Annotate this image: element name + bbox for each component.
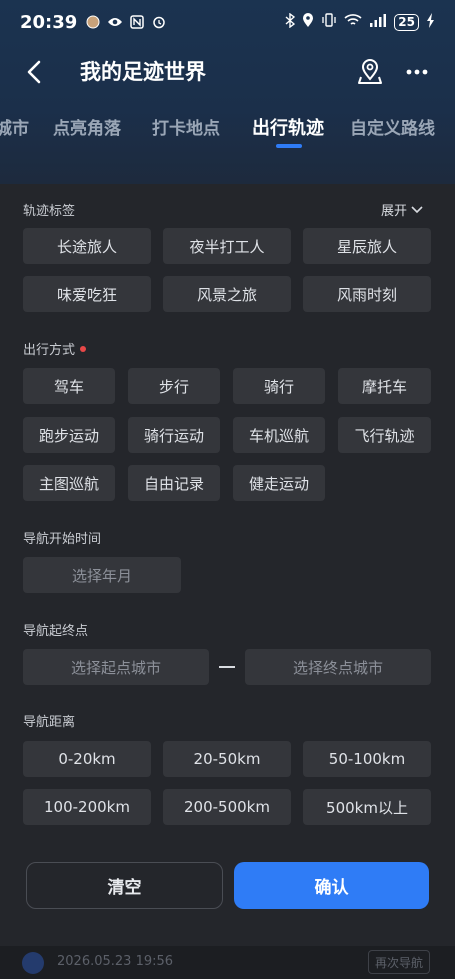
tag-chip[interactable]: 星辰旅人 bbox=[303, 228, 431, 264]
range-separator bbox=[219, 666, 235, 668]
expand-button[interactable]: 展开 bbox=[381, 200, 423, 219]
mode-chip[interactable]: 车机巡航 bbox=[233, 417, 325, 453]
battery-indicator: 25 bbox=[394, 13, 419, 31]
eye-icon bbox=[107, 14, 123, 30]
record-time: 2026.05.23 19:56 bbox=[57, 954, 174, 969]
distance-chip[interactable]: 0-20km bbox=[23, 741, 151, 777]
mode-chip[interactable]: 自由记录 bbox=[128, 465, 220, 501]
distance-chip[interactable]: 50-100km bbox=[303, 741, 431, 777]
mode-chip[interactable]: 骑行运动 bbox=[128, 417, 220, 453]
status-time: 20:39 bbox=[20, 11, 78, 33]
section-label-track-tags: 轨迹标签 bbox=[23, 204, 76, 219]
back-arrow-icon bbox=[27, 60, 41, 84]
mode-chip[interactable]: 摩托车 bbox=[338, 368, 431, 404]
status-left-icons bbox=[85, 14, 167, 30]
tab-travel-tracks[interactable]: 出行轨迹 bbox=[252, 114, 324, 140]
mode-chip[interactable]: 骑行 bbox=[233, 368, 325, 404]
track-record-item: 2026.05.23 19:56 再次导航 bbox=[0, 946, 455, 979]
tab-light-corners[interactable]: 点亮角落 bbox=[53, 114, 121, 139]
origin-city-picker[interactable]: 选择起点城市 bbox=[23, 649, 209, 685]
mode-chip[interactable]: 步行 bbox=[128, 368, 220, 404]
tab-bar: 城市 点亮角落 打卡地点 出行轨迹 自定义路线 bbox=[0, 104, 455, 154]
tag-chip[interactable]: 味爱吃狂 bbox=[23, 276, 151, 312]
location-icon bbox=[302, 12, 314, 32]
section-label-distance: 导航距离 bbox=[23, 715, 76, 730]
required-dot bbox=[80, 345, 87, 352]
charging-icon bbox=[426, 12, 435, 32]
section-label-endpoints: 导航起终点 bbox=[23, 624, 89, 639]
mode-chip[interactable]: 主图巡航 bbox=[23, 465, 115, 501]
filter-sheet: 轨迹标签 展开 长途旅人 夜半打工人 星辰旅人 味爱吃狂 风景之旅 风雨时刻 出… bbox=[0, 184, 455, 979]
month-picker[interactable]: 选择年月 bbox=[23, 557, 181, 593]
vehicle-icon bbox=[22, 952, 44, 974]
distance-chip[interactable]: 100-200km bbox=[23, 789, 151, 825]
tag-chip[interactable]: 风雨时刻 bbox=[303, 276, 431, 312]
signal-icon bbox=[369, 13, 387, 31]
tag-chip[interactable]: 风景之旅 bbox=[163, 276, 291, 312]
wifi-icon bbox=[344, 13, 362, 31]
distance-chip[interactable]: 20-50km bbox=[163, 741, 291, 777]
renavigate-button[interactable]: 再次导航 bbox=[368, 950, 430, 974]
bluetooth-icon bbox=[285, 12, 296, 32]
status-bar: 20:39 25 bbox=[0, 0, 455, 44]
alarm-icon bbox=[151, 14, 167, 30]
section-label-travel-mode: 出行方式 bbox=[23, 339, 87, 358]
mode-chip[interactable]: 驾车 bbox=[23, 368, 115, 404]
page-title: 我的足迹世界 bbox=[80, 60, 206, 84]
more-options-button[interactable] bbox=[401, 56, 433, 88]
mode-chip[interactable]: 飞行轨迹 bbox=[338, 417, 431, 453]
more-dots-icon bbox=[406, 69, 428, 75]
notification-avatar-icon bbox=[85, 14, 101, 30]
section-label-start-time: 导航开始时间 bbox=[23, 532, 102, 547]
tag-chip[interactable]: 长途旅人 bbox=[23, 228, 151, 264]
confirm-button[interactable]: 确认 bbox=[234, 862, 429, 909]
expand-label: 展开 bbox=[380, 204, 407, 219]
distance-chip[interactable]: 500km以上 bbox=[303, 789, 431, 825]
nfc-icon bbox=[129, 14, 145, 30]
destination-city-picker[interactable]: 选择终点城市 bbox=[245, 649, 431, 685]
clear-button[interactable]: 清空 bbox=[26, 862, 223, 909]
tag-chip[interactable]: 夜半打工人 bbox=[163, 228, 291, 264]
status-right-icons: 25 bbox=[285, 12, 435, 32]
active-tab-indicator bbox=[276, 144, 302, 148]
back-button[interactable] bbox=[22, 58, 46, 86]
vibrate-icon bbox=[321, 13, 337, 31]
travel-mode-label: 出行方式 bbox=[23, 343, 76, 358]
map-location-icon bbox=[358, 59, 382, 84]
chevron-down-icon bbox=[411, 205, 423, 213]
tab-custom-routes[interactable]: 自定义路线 bbox=[350, 114, 435, 139]
mode-chip[interactable]: 跑步运动 bbox=[23, 417, 115, 453]
tab-city[interactable]: 城市 bbox=[0, 114, 29, 139]
map-pin-button[interactable] bbox=[354, 56, 386, 88]
app-header: 我的足迹世界 bbox=[0, 44, 455, 100]
distance-chip[interactable]: 200-500km bbox=[163, 789, 291, 825]
mode-chip[interactable]: 健走运动 bbox=[233, 465, 325, 501]
tab-checkin-places[interactable]: 打卡地点 bbox=[152, 114, 220, 139]
